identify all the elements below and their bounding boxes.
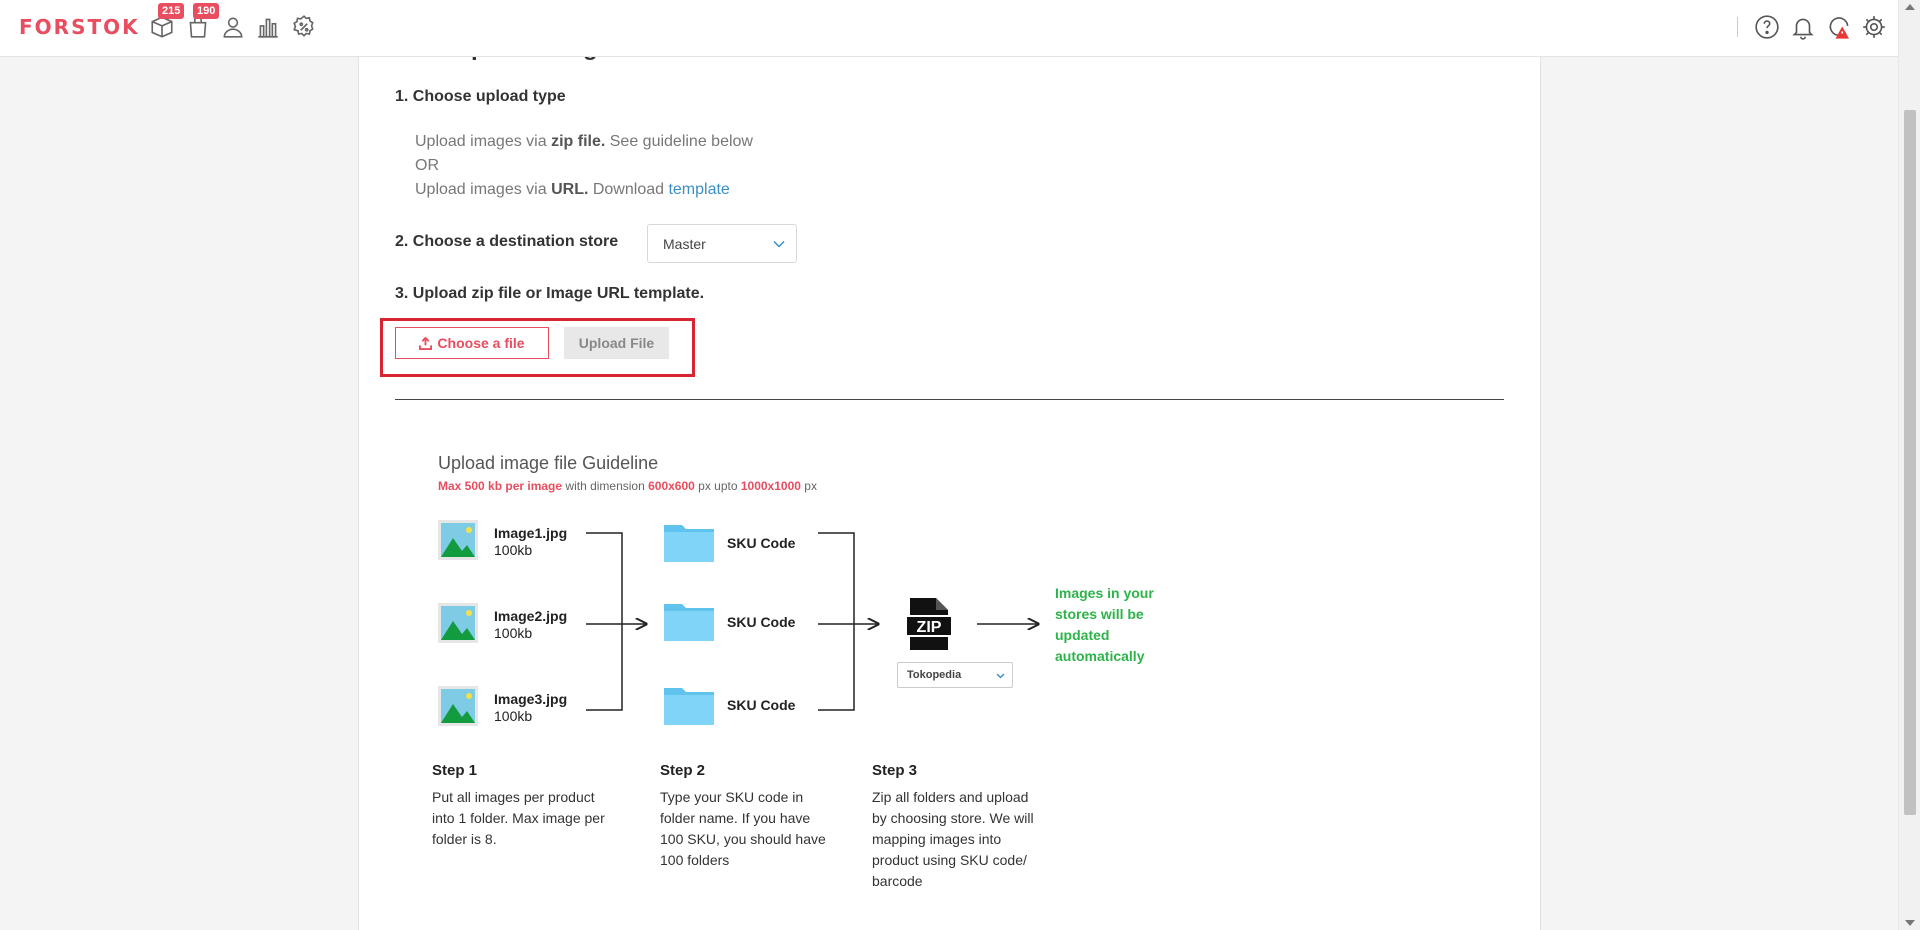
guideline-limits: Max 500 kb per image with dimension 600x…: [438, 479, 817, 493]
upload-file-button[interactable]: Upload File: [564, 327, 669, 359]
file-size: 100kb: [494, 542, 533, 558]
step1-description: Put all images per product into 1 folder…: [432, 789, 605, 847]
customer-nav-icon[interactable]: [219, 13, 247, 41]
download-template-link[interactable]: template: [668, 181, 729, 198]
file-name: Image3.jpg: [494, 691, 568, 707]
chevron-down-icon: [996, 673, 1005, 679]
scroll-up-arrow[interactable]: [1905, 4, 1915, 10]
orders-count-badge: 190: [193, 3, 220, 19]
image-file-icon: [438, 520, 478, 560]
destination-store-value: Master: [663, 236, 706, 252]
help-icon[interactable]: [1753, 13, 1781, 41]
scrollbar-thumb[interactable]: [1904, 110, 1916, 815]
step1-title: 1. Choose upload type: [395, 88, 566, 105]
step1-heading: Step 1: [432, 762, 478, 779]
file-name: Image1.jpg: [494, 525, 568, 541]
sync-alert-icon[interactable]: [1825, 13, 1853, 41]
svg-text:ZIP: ZIP: [917, 619, 942, 636]
upload-icon: [419, 336, 433, 350]
products-count-badge: 215: [158, 3, 185, 19]
file-size: 100kb: [494, 625, 533, 641]
destination-store-select[interactable]: Master: [647, 224, 797, 263]
or-text: OR: [415, 157, 439, 174]
step2-heading: Step 2: [660, 762, 706, 779]
result-text: Images in your stores will be updated au…: [1055, 585, 1154, 664]
orders-nav-icon[interactable]: 190: [184, 3, 220, 41]
upload-url-description: Upload images via URL. Download template: [415, 181, 730, 198]
section-divider: [395, 399, 1504, 400]
choose-file-button[interactable]: Choose a file: [395, 327, 549, 359]
step3-description: Zip all folders and upload by choosing s…: [872, 789, 1034, 889]
chevron-down-icon: [773, 240, 785, 248]
step3-heading: Step 3: [872, 762, 918, 779]
choose-file-label: Choose a file: [437, 335, 525, 351]
file-name: Image2.jpg: [494, 608, 568, 624]
step2-title: 2. Choose a destination store: [395, 233, 619, 250]
settings-gear-icon[interactable]: [1860, 13, 1888, 41]
image-file-icon: [438, 603, 478, 643]
folder-icon: [664, 604, 714, 641]
products-nav-icon[interactable]: 215: [148, 3, 185, 41]
top-navbar: FORSTOK 215 190: [0, 0, 1898, 57]
folder-icon: [664, 688, 714, 725]
upload-zip-description: Upload images via zip file. See guidelin…: [415, 133, 753, 150]
sku-code-label: SKU Code: [727, 614, 796, 630]
reports-nav-icon[interactable]: [254, 13, 282, 41]
folder-icon: [664, 525, 714, 562]
store-select-example: Tokopedia: [897, 662, 1013, 688]
promotions-nav-icon[interactable]: [290, 13, 318, 41]
page-scrollbar[interactable]: [1898, 0, 1920, 930]
sku-code-label: SKU Code: [727, 697, 796, 713]
image-file-icon: [438, 686, 478, 726]
sku-code-label: SKU Code: [727, 535, 796, 551]
step3-title: 3. Upload zip file or Image URL template…: [395, 285, 705, 302]
scroll-down-arrow[interactable]: [1905, 920, 1915, 926]
zip-file-icon: ZIP: [906, 598, 952, 650]
notification-bell-icon[interactable]: [1789, 13, 1817, 41]
file-size: 100kb: [494, 708, 533, 724]
guideline-title: Upload image file Guideline: [438, 453, 659, 473]
store-select-value: Tokopedia: [907, 669, 962, 681]
forstok-logo[interactable]: FORSTOK: [19, 15, 140, 39]
step2-description: Type your SKU code in folder name. If yo…: [660, 789, 826, 868]
navbar-separator: [1737, 17, 1738, 37]
